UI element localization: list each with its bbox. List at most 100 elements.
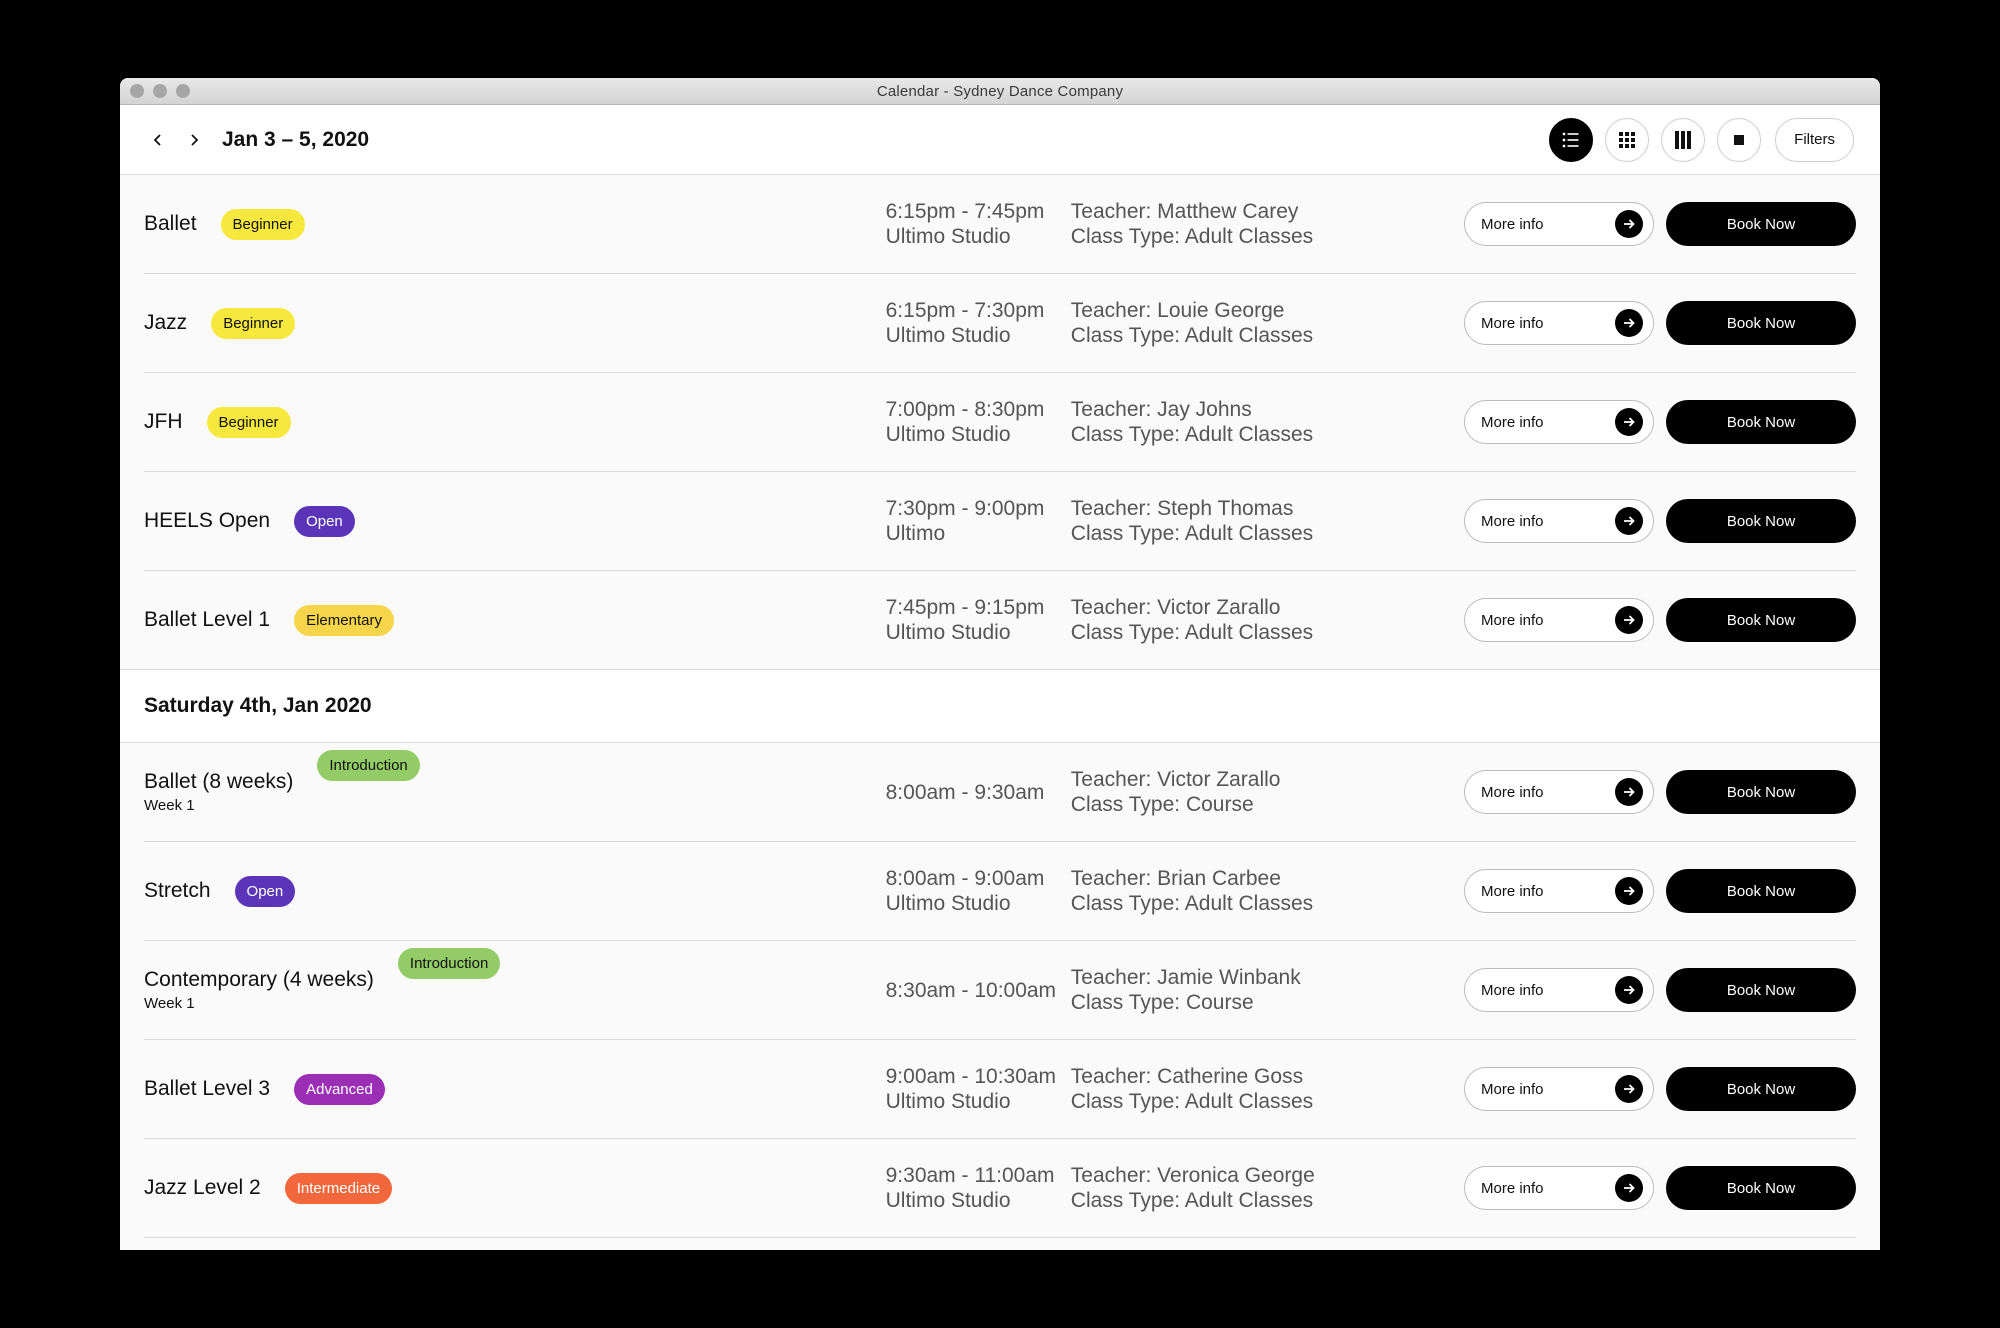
class-type: Class Type: Course	[1070, 991, 1254, 1014]
class-info: Ballet Level 3 Advanced	[144, 1073, 886, 1105]
class-time: 8:00am - 9:00am	[885, 867, 1045, 890]
filters-button[interactable]: Filters	[1775, 117, 1854, 162]
zoom-window-button[interactable]	[176, 84, 190, 98]
class-teacher: Teacher: Veronica George	[1070, 1164, 1315, 1187]
class-name-group: Stretch	[144, 879, 211, 903]
row-actions: More info Book Now	[1464, 1067, 1856, 1111]
class-name: Ballet	[144, 212, 197, 235]
columns-view-button[interactable]	[1661, 117, 1706, 162]
book-now-button[interactable]: Book Now	[1666, 598, 1856, 642]
more-info-label: More info	[1481, 1179, 1544, 1197]
class-type: Class Type: Adult Classes	[1070, 892, 1314, 915]
more-info-button[interactable]: More info	[1464, 301, 1654, 345]
class-name-group: JFH	[144, 410, 183, 434]
window-controls	[130, 84, 190, 98]
class-time: 9:30am - 11:00am	[885, 1164, 1055, 1187]
arrow-right-icon	[1615, 778, 1643, 806]
window-title: Calendar - Sydney Dance Company	[876, 82, 1124, 100]
class-type: Class Type: Adult Classes	[1070, 225, 1314, 248]
more-info-label: More info	[1481, 413, 1544, 431]
book-now-button[interactable]: Book Now	[1666, 400, 1856, 444]
book-now-button[interactable]: Book Now	[1666, 770, 1856, 814]
class-name: HEELS Open	[144, 509, 271, 532]
more-info-button[interactable]: More info	[1464, 202, 1654, 246]
class-time: 7:45pm - 9:15pm	[885, 596, 1045, 619]
class-row: Jazz Beginner 6:15pm - 7:30pm Ultimo Stu…	[144, 274, 1856, 373]
grid-view-button[interactable]	[1605, 117, 1650, 162]
class-time-location: 9:30am - 11:00am Ultimo Studio	[886, 1163, 1071, 1213]
day-header-saturday: Saturday 4th, Jan 2020	[120, 669, 1880, 743]
class-time: 9:00am - 10:30am	[885, 1065, 1057, 1088]
class-location: Ultimo Studio	[885, 423, 1011, 446]
level-badge: Beginner	[220, 208, 305, 240]
class-details: Teacher: Jay Johns Class Type: Adult Cla…	[1071, 397, 1464, 447]
book-now-button[interactable]: Book Now	[1666, 301, 1856, 345]
class-row: JFH Beginner 7:00pm - 8:30pm Ultimo Stud…	[144, 373, 1856, 472]
date-range-title: Jan 3 – 5, 2020	[222, 127, 370, 151]
more-info-button[interactable]: More info	[1464, 770, 1654, 814]
class-info: Ballet (8 weeks) Week 1 Introduction	[144, 750, 886, 814]
book-now-button[interactable]: Book Now	[1666, 869, 1856, 913]
class-type: Class Type: Adult Classes	[1070, 522, 1314, 545]
class-details: Teacher: Victor Zarallo Class Type: Cour…	[1071, 767, 1464, 817]
class-location: Ultimo Studio	[885, 621, 1011, 644]
class-time-location: 8:00am - 9:00am Ultimo Studio	[886, 866, 1071, 916]
more-info-label: More info	[1481, 1080, 1544, 1098]
more-info-button[interactable]: More info	[1464, 968, 1654, 1012]
class-time-location: 8:00am - 9:30am	[886, 780, 1071, 805]
class-time: 8:00am - 9:30am	[885, 780, 1045, 804]
class-info: JFH Beginner	[144, 406, 886, 438]
chevron-left-icon	[153, 133, 161, 146]
more-info-button[interactable]: More info	[1464, 598, 1654, 642]
level-badge: Open	[234, 875, 296, 907]
more-info-label: More info	[1481, 512, 1544, 530]
next-button[interactable]	[176, 122, 212, 158]
class-time: 6:15pm - 7:30pm	[885, 299, 1045, 322]
class-row: Contemporary (4 weeks) Week 1 Introducti…	[144, 941, 1856, 1040]
list-view-button[interactable]	[1549, 117, 1594, 162]
class-row: Ballet (8 weeks) Week 1 Introduction 8:0…	[144, 743, 1856, 842]
list-view-icon	[1562, 132, 1579, 147]
more-info-button[interactable]: More info	[1464, 1067, 1654, 1111]
arrow-right-icon	[1615, 309, 1643, 337]
more-info-label: More info	[1481, 981, 1544, 999]
book-now-button[interactable]: Book Now	[1666, 499, 1856, 543]
level-badge: Elementary	[294, 604, 394, 636]
row-actions: More info Book Now	[1464, 869, 1856, 913]
app-window: Calendar - Sydney Dance Company Jan 3 – …	[120, 78, 1880, 1250]
class-name-group: Jazz Level 2	[144, 1176, 261, 1200]
class-info: Ballet Beginner	[144, 208, 886, 240]
previous-button[interactable]	[140, 122, 176, 158]
class-week: Week 1	[144, 797, 195, 814]
level-badge: Intermediate	[284, 1172, 393, 1204]
row-actions: More info Book Now	[1464, 598, 1856, 642]
class-name-group: Ballet Level 1	[144, 608, 270, 632]
more-info-label: More info	[1481, 215, 1544, 233]
book-now-button[interactable]: Book Now	[1666, 968, 1856, 1012]
class-row: Ballet Beginner 6:15pm - 7:45pm Ultimo S…	[144, 175, 1856, 274]
class-time-location: 7:00pm - 8:30pm Ultimo Studio	[886, 397, 1071, 447]
class-time-location: 9:00am - 10:30am Ultimo Studio	[886, 1064, 1071, 1114]
class-details: Teacher: Steph Thomas Class Type: Adult …	[1071, 496, 1464, 546]
more-info-button[interactable]: More info	[1464, 869, 1654, 913]
class-name: Ballet Level 3	[144, 1077, 271, 1100]
class-type: Class Type: Adult Classes	[1070, 621, 1314, 644]
book-now-button[interactable]: Book Now	[1666, 1067, 1856, 1111]
class-info: HEELS Open Open	[144, 505, 886, 537]
row-actions: More info Book Now	[1464, 968, 1856, 1012]
close-window-button[interactable]	[130, 84, 144, 98]
class-name-group: Ballet (8 weeks) Week 1	[144, 770, 293, 814]
class-teacher: Teacher: Steph Thomas	[1070, 497, 1294, 520]
more-info-button[interactable]: More info	[1464, 400, 1654, 444]
class-name: Jazz	[144, 311, 188, 334]
minimize-window-button[interactable]	[153, 84, 167, 98]
chevron-right-icon	[191, 133, 199, 146]
class-time: 7:00pm - 8:30pm	[885, 398, 1045, 421]
book-now-button[interactable]: Book Now	[1666, 202, 1856, 246]
book-now-button[interactable]: Book Now	[1666, 1166, 1856, 1210]
more-info-button[interactable]: More info	[1464, 1166, 1654, 1210]
more-info-button[interactable]: More info	[1464, 499, 1654, 543]
single-view-button[interactable]	[1717, 117, 1762, 162]
class-name: Ballet Level 1	[144, 608, 271, 631]
class-row: Stretch Open 8:00am - 9:00am Ultimo Stud…	[144, 842, 1856, 941]
